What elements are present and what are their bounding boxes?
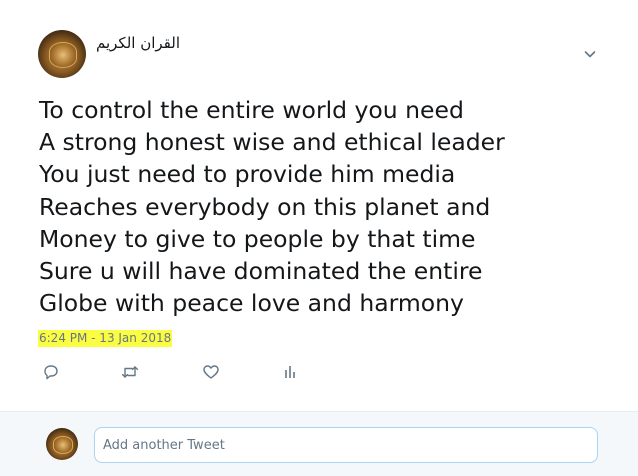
author-avatar[interactable] xyxy=(38,30,86,78)
like-icon[interactable] xyxy=(201,362,221,382)
add-tweet-input[interactable] xyxy=(94,427,598,463)
tweet-line: A strong honest wise and ethical leader xyxy=(39,128,505,157)
chevron-down-icon[interactable] xyxy=(582,46,598,62)
tweet-line: To control the entire world you need xyxy=(39,96,464,124)
analytics-icon[interactable] xyxy=(280,362,300,382)
tweet-text: To control the entire world you need A s… xyxy=(39,94,619,319)
current-user-avatar xyxy=(46,428,78,460)
tweet-line: You just need to provide him media xyxy=(39,160,456,189)
reply-icon[interactable] xyxy=(41,362,61,382)
tweet-line: Reaches everybody on this planet and xyxy=(39,192,491,221)
tweet-card: القران الكريم To control the entire worl… xyxy=(0,0,638,476)
author-name[interactable]: القران الكريم xyxy=(96,34,180,52)
tweet-line: Globe with peace love and harmony xyxy=(39,289,464,318)
tweet-timestamp[interactable]: 6:24 PM - 13 Jan 2018 xyxy=(38,330,173,347)
tweet-line: Sure u will have dominated the entire xyxy=(39,257,483,286)
tweet-actions xyxy=(0,362,638,384)
retweet-icon[interactable] xyxy=(120,362,140,382)
tweet-line: Money to give to people by that time xyxy=(39,224,476,253)
